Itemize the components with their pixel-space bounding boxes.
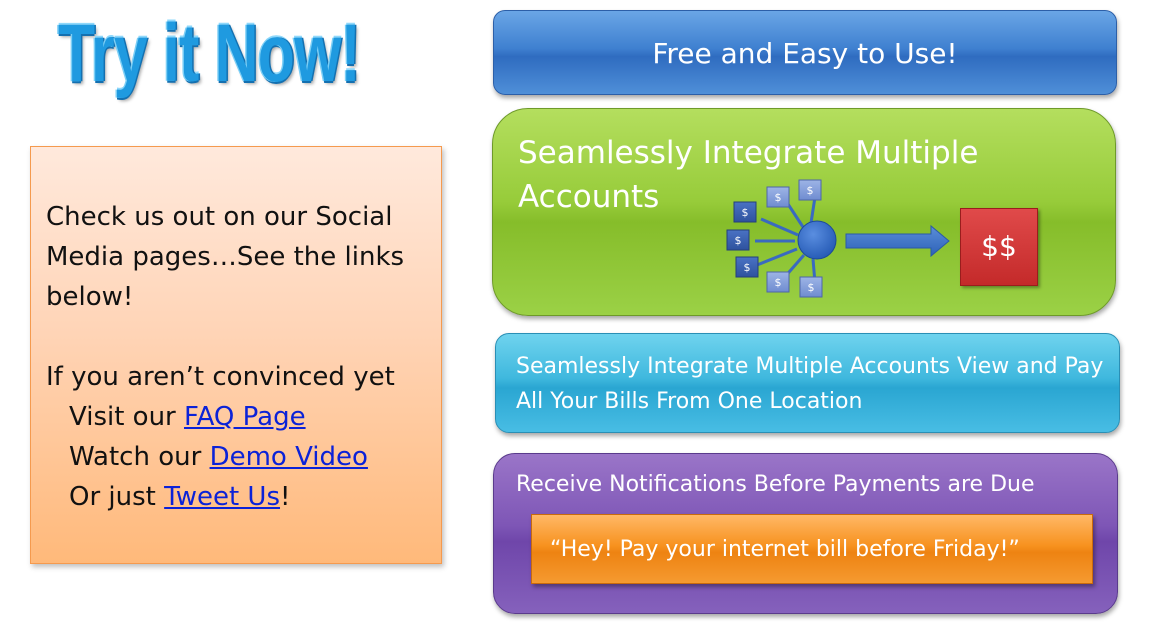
integrate-accounts-panel: Seamlessly Integrate Multiple Accounts $… [492, 108, 1116, 316]
coin-2-label: $ [775, 191, 782, 204]
faq-prefix: Visit our [69, 402, 185, 432]
social-intro-text: Check us out on our Social Media pages…S… [46, 202, 405, 312]
demo-video-link[interactable]: Demo Video [210, 442, 368, 472]
notifications-panel: Receive Notifications Before Payments ar… [493, 453, 1118, 614]
demo-prefix: Watch our [69, 442, 210, 472]
coin-2: $ [766, 186, 790, 208]
coin-7: $ [799, 276, 823, 298]
hub-circle [797, 220, 837, 260]
faq-line: Visit our FAQ Page [46, 397, 427, 437]
tweet-us-link[interactable]: Tweet Us [164, 482, 280, 512]
view-pay-panel: Seamlessly Integrate Multiple Accounts V… [495, 333, 1120, 433]
tweet-suffix: ! [280, 482, 291, 512]
coin-1: $ [733, 201, 757, 223]
demo-line: Watch our Demo Video [46, 437, 427, 477]
coin-6: $ [766, 271, 790, 293]
coin-6-label: $ [775, 276, 782, 289]
coin-3: $ [798, 179, 822, 201]
convince-text: If you aren’t convinced yet [46, 362, 395, 392]
coin-4-label: $ [735, 234, 742, 247]
tweet-line: Or just Tweet Us! [46, 477, 427, 517]
coin-1-label: $ [742, 206, 749, 219]
faq-page-link[interactable]: FAQ Page [184, 402, 306, 432]
notification-example-callout: “Hey! Pay your internet bill before Frid… [531, 514, 1093, 584]
social-media-box: Check us out on our Social Media pages…S… [30, 146, 442, 564]
coin-5: $ [735, 256, 759, 278]
coin-7-label: $ [808, 281, 815, 294]
headline-title: Try it Now! [58, 8, 361, 99]
coin-4: $ [726, 229, 750, 251]
free-easy-panel: Free and Easy to Use! [493, 10, 1117, 95]
coin-3-label: $ [807, 184, 814, 197]
notifications-title: Receive Notifications Before Payments ar… [516, 472, 1035, 497]
tweet-prefix: Or just [69, 482, 165, 512]
coin-5-label: $ [744, 261, 751, 274]
flow-arrow [845, 224, 950, 258]
total-dollars-box: $$ [960, 208, 1038, 286]
